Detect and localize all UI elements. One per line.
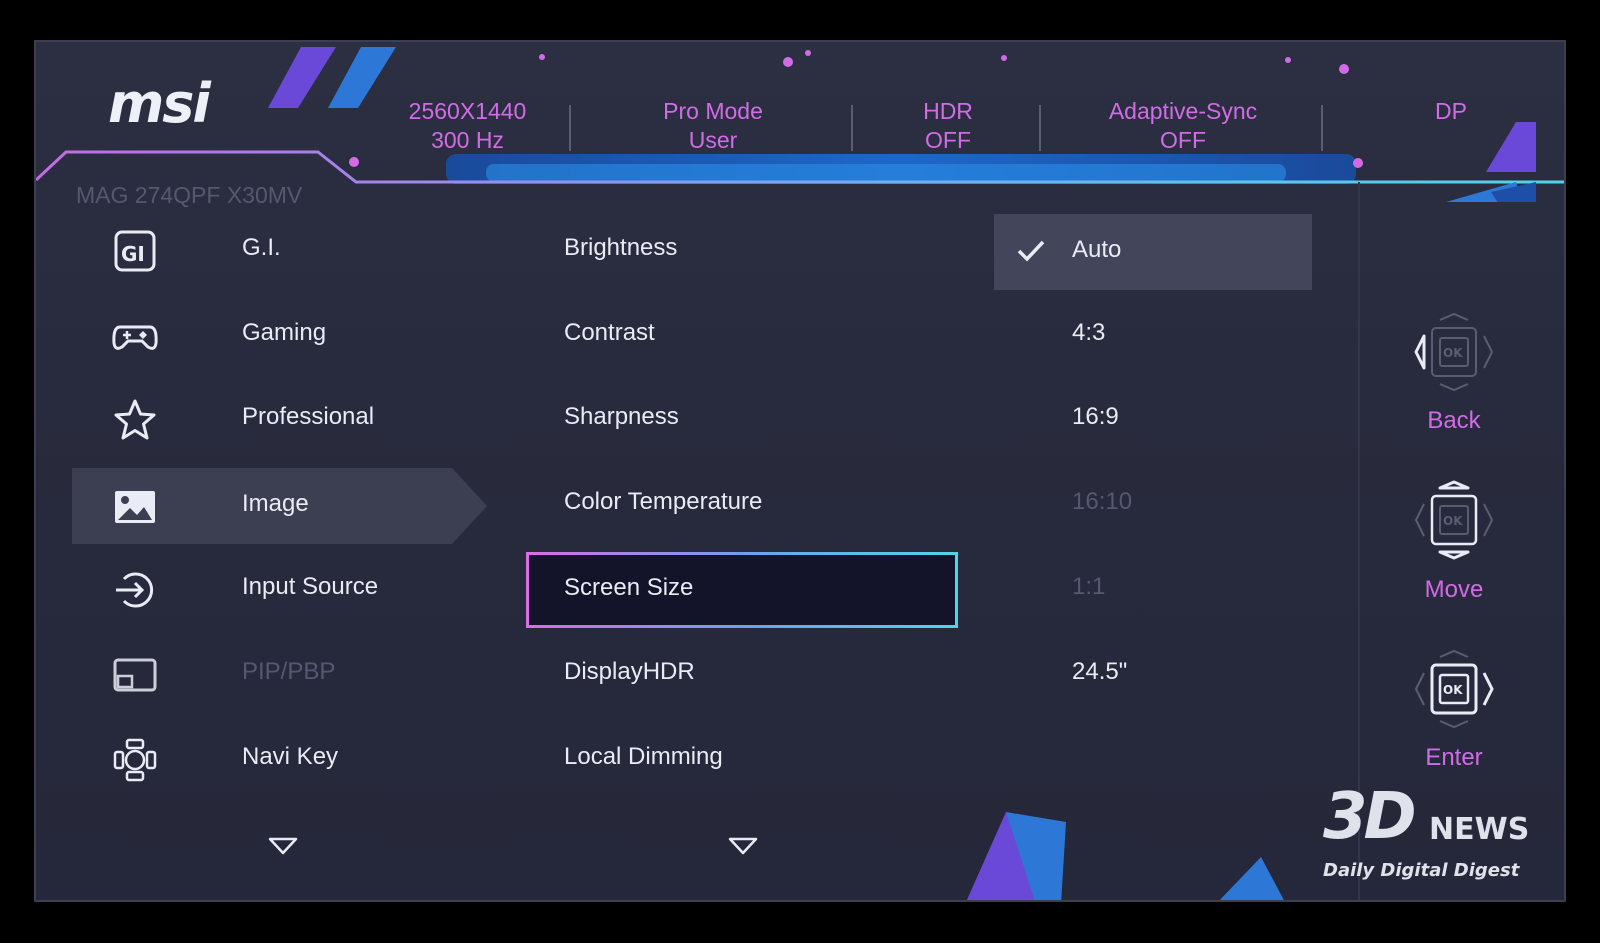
model-name: MAG 274QPF X30MV <box>76 182 303 208</box>
option-label: Color Temperature <box>564 488 763 515</box>
gamepad-icon <box>112 325 158 350</box>
status-line: OFF <box>925 127 971 153</box>
nav-label: PIP/PBP <box>242 658 336 685</box>
status-hdr: HDR OFF <box>859 97 1037 155</box>
watermark-tagline: Daily Digital Digest <box>1323 860 1520 881</box>
svg-text:OK: OK <box>1443 514 1463 528</box>
option-sharpness[interactable]: Sharpness <box>526 381 958 457</box>
status-adaptive-sync: Adaptive-Sync OFF <box>1047 97 1319 155</box>
value-label: 24.5" <box>1072 658 1128 685</box>
option-label: Local Dimming <box>564 743 723 770</box>
status-line: HDR <box>923 98 973 124</box>
nav-item-input-source[interactable]: Input Source <box>72 551 492 627</box>
nav-item-professional[interactable]: Professional <box>72 381 492 457</box>
svg-text:OK: OK <box>1443 346 1463 360</box>
nav-label: Gaming <box>242 319 327 346</box>
osd-menu: msi 2560X1440 300 Hz Pro Mode User HDR O… <box>34 40 1566 902</box>
nav-item-image[interactable]: Image <box>72 468 487 544</box>
value-16-10: 16:10 <box>994 466 1312 542</box>
watermark-3dnews: 3D NEWS Daily Digital Digest <box>1291 780 1551 890</box>
value-1-1: 1:1 <box>994 551 1312 627</box>
value-label: Auto <box>1072 236 1122 263</box>
option-local-dimming[interactable]: Local Dimming <box>526 721 958 797</box>
pip-icon <box>113 658 157 692</box>
navi-key-icon <box>113 738 157 782</box>
value-4-3[interactable]: 4:3 <box>994 297 1312 373</box>
status-line: Pro Mode <box>663 98 763 124</box>
nav-label: Professional <box>242 403 375 430</box>
nav-label: Navi Key <box>242 743 339 770</box>
svg-text:OK: OK <box>1443 683 1463 697</box>
status-divider <box>1039 105 1041 151</box>
option-screen-size[interactable]: Screen Size <box>526 552 958 628</box>
gi-icon: GI <box>114 230 156 272</box>
status-divider <box>569 105 571 151</box>
joystick-press-icon: OK <box>1414 649 1494 729</box>
option-displayhdr[interactable]: DisplayHDR <box>526 636 958 712</box>
value-label: 4:3 <box>1072 319 1106 346</box>
value-label: 16:10 <box>1072 488 1133 515</box>
status-line: Adaptive-Sync <box>1108 98 1258 124</box>
status-resolution: 2560X1440 300 Hz <box>371 97 564 155</box>
option-label: Sharpness <box>564 403 679 430</box>
value-label: 16:9 <box>1072 403 1119 430</box>
status-divider <box>851 105 853 151</box>
status-divider <box>1321 105 1323 151</box>
check-icon <box>1017 240 1045 262</box>
options-scroll-down-icon[interactable] <box>728 836 758 856</box>
watermark-name: NEWS <box>1429 812 1530 847</box>
option-label: DisplayHDR <box>564 658 695 685</box>
status-line: OFF <box>1160 127 1206 153</box>
input-source-icon <box>116 572 154 608</box>
option-label: Brightness <box>564 234 678 261</box>
status-line: 2560X1440 <box>408 98 527 124</box>
nav-label: Image <box>242 490 309 517</box>
status-bar: 2560X1440 300 Hz Pro Mode User HDR OFF A… <box>371 97 1541 157</box>
joystick-updown-icon: OK <box>1414 480 1494 560</box>
value-24-5[interactable]: 24.5" <box>994 636 1312 712</box>
corner-decoration <box>966 812 1284 900</box>
watermark-logo: 3D <box>1323 780 1417 854</box>
status-input: DP <box>1401 97 1501 126</box>
option-contrast[interactable]: Contrast <box>526 297 958 373</box>
option-label: Screen Size <box>564 574 694 601</box>
nav-item-pip-pbp[interactable]: PIP/PBP <box>72 636 492 712</box>
nav-label: Input Source <box>242 573 379 600</box>
status-line: DP <box>1435 98 1467 124</box>
status-line: User <box>688 127 738 153</box>
nav-item-gi[interactable]: GI G.I. <box>72 212 492 288</box>
option-label: Contrast <box>564 319 655 346</box>
image-icon <box>115 491 155 523</box>
nav-item-gaming[interactable]: Gaming <box>72 297 492 373</box>
nav-item-navi-key[interactable]: Navi Key <box>72 721 492 797</box>
option-color-temperature[interactable]: Color Temperature <box>526 466 958 542</box>
status-line: 300 Hz <box>431 127 504 153</box>
joystick-left-icon: OK <box>1414 312 1494 392</box>
value-16-9[interactable]: 16:9 <box>994 381 1312 457</box>
svg-text:GI: GI <box>121 242 145 266</box>
nav-scroll-down-icon[interactable] <box>268 836 298 856</box>
option-brightness[interactable]: Brightness <box>526 212 958 288</box>
status-pro-mode: Pro Mode User <box>575 97 851 155</box>
key-enter-label: Enter <box>1425 744 1483 771</box>
key-back-label: Back <box>1427 407 1481 434</box>
value-label: 1:1 <box>1072 573 1106 600</box>
key-move-label: Move <box>1424 576 1484 603</box>
brand-logo: msi <box>108 72 211 135</box>
value-auto[interactable]: Auto <box>994 214 1312 290</box>
star-icon <box>114 399 156 440</box>
nav-label: G.I. <box>242 234 281 261</box>
